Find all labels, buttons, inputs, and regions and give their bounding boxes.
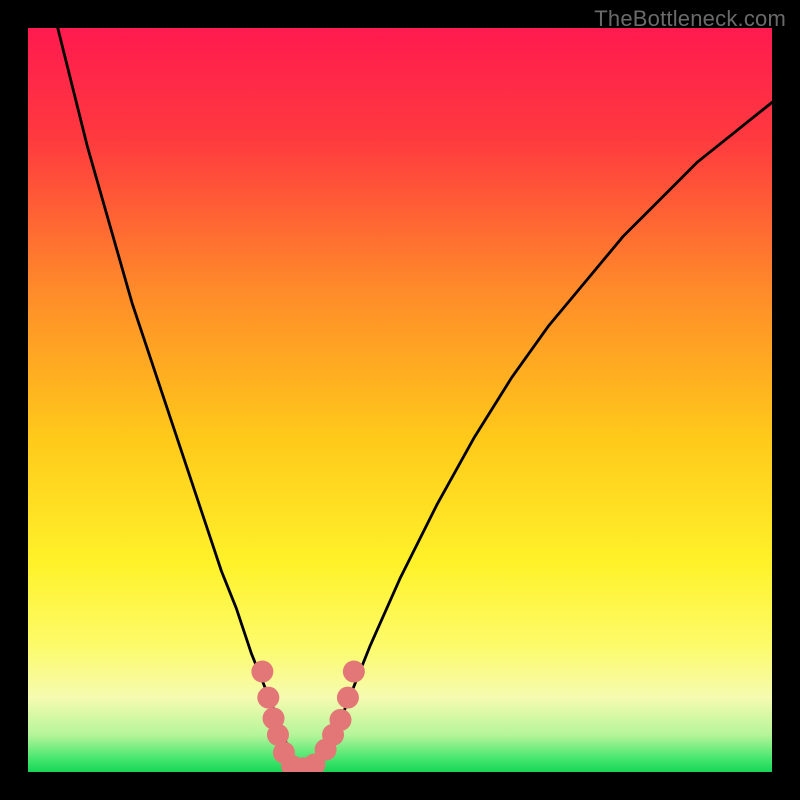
watermark-text: TheBottleneck.com bbox=[594, 6, 786, 32]
curve-marker bbox=[329, 709, 351, 731]
curve-marker bbox=[251, 661, 273, 683]
chart-plot bbox=[28, 28, 772, 772]
curve-marker bbox=[337, 687, 359, 709]
chart-container: TheBottleneck.com bbox=[0, 0, 800, 800]
curve-marker bbox=[343, 661, 365, 683]
gradient-background bbox=[28, 28, 772, 772]
curve-marker bbox=[257, 687, 279, 709]
